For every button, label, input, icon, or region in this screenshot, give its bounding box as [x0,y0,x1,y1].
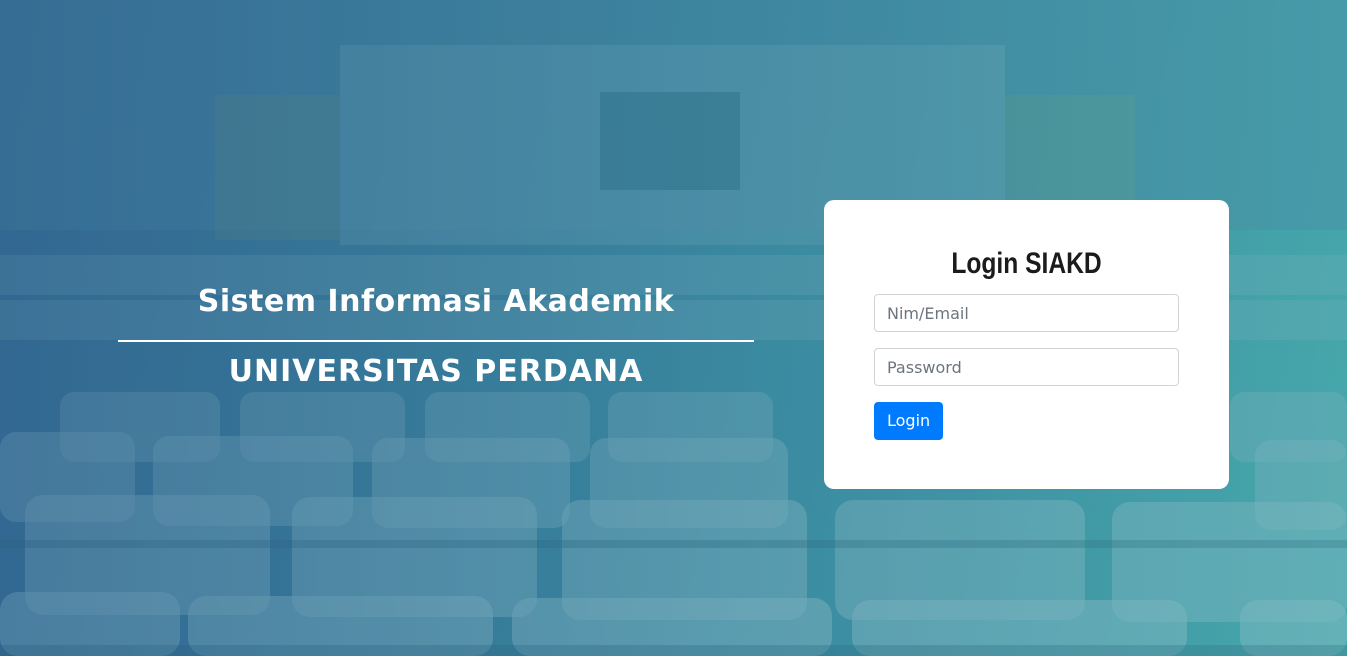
hero-section: Sistem Informasi Akademik UNIVERSITAS PE… [118,278,754,396]
hero-divider [118,340,754,342]
login-card: Login SIAKD Login [824,200,1229,489]
login-button[interactable]: Login [874,402,944,440]
hero-title: Sistem Informasi Akademik [197,284,675,319]
hero-subtitle: UNIVERSITAS PERDANA [228,354,644,389]
username-input[interactable] [874,294,1179,332]
login-title: Login SIAKD [951,247,1102,280]
password-input[interactable] [874,348,1179,386]
